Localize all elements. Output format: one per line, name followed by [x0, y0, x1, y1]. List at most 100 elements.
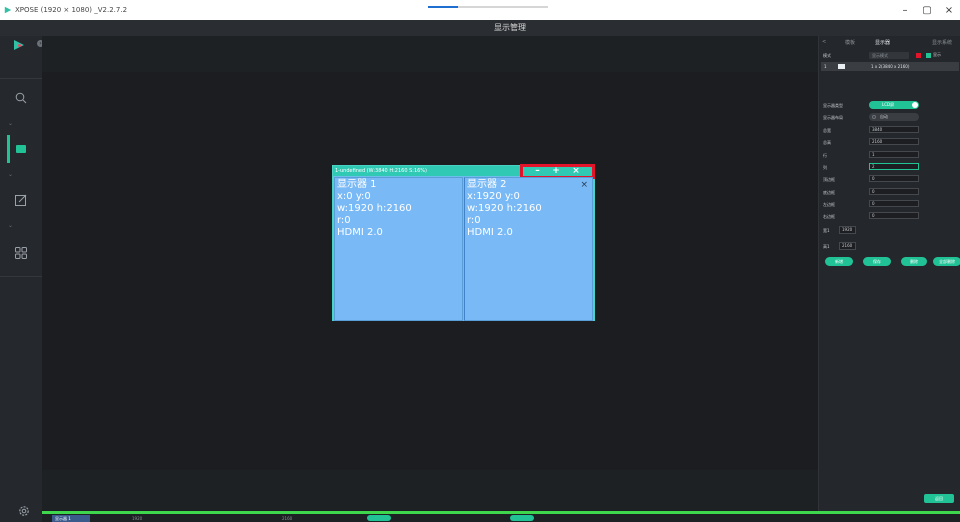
top-border-field[interactable]: 0 [869, 175, 919, 182]
save-button[interactable]: 保存 [863, 257, 891, 266]
screen-rotation: r:0 [337, 215, 351, 226]
field-label: 总宽 [823, 128, 831, 133]
bottom-action-button[interactable] [367, 515, 391, 521]
radio-icon [872, 115, 876, 119]
field-label: 显示器类型 [823, 103, 843, 108]
title-tab-track [458, 6, 548, 8]
canvas-toolbar [42, 36, 818, 72]
field-label: 左边框 [823, 202, 835, 207]
display-window[interactable]: 1-undefined (W:3840 H:2160 S:16%) – + × … [332, 164, 595, 321]
search-icon [15, 92, 27, 104]
screen-port: HDMI 2.0 [467, 227, 513, 238]
panel-back-button[interactable]: < [822, 39, 826, 45]
edit-icon [15, 194, 27, 206]
maximize-button[interactable]: ▢ [916, 5, 938, 16]
tab-display-system[interactable]: 显示系统 [932, 39, 952, 46]
minimize-button[interactable]: – [894, 5, 916, 16]
bottom-width-value: 1920 [132, 516, 143, 521]
screen-rotation: r:0 [467, 215, 481, 226]
delete-all-button[interactable]: 全部删除 [933, 257, 960, 266]
sidebar: › ⌄ ⌄ ⌄ [0, 36, 44, 522]
display-close-button[interactable]: × [572, 167, 580, 176]
total-width-field[interactable]: 3840 [869, 126, 919, 133]
chevron-down-icon: ⌄ [8, 120, 14, 127]
tab-display[interactable]: 显示器 [875, 39, 890, 46]
screen-close-icon[interactable]: × [580, 180, 588, 190]
sidebar-item-display[interactable] [0, 131, 42, 167]
list-item-index: 1 [824, 64, 827, 69]
logo-dot [18, 44, 21, 47]
auto-label: 自动 [880, 114, 888, 119]
bottom-height-value: 2160 [282, 516, 293, 521]
screen-position: x:1920 y:0 [467, 191, 520, 202]
bottom-border-field[interactable]: 0 [869, 188, 919, 195]
close-button[interactable]: × [938, 5, 960, 16]
show-checkbox-label: 显示 [933, 52, 941, 57]
mode-label: 模式 [823, 53, 831, 58]
chevron-down-icon: ⌄ [8, 171, 14, 178]
screen-1-info: 显示器 1 x:0 y:0 w:1920 h:2160 r:0 HDMI 2.0 [337, 179, 412, 239]
left-border-field[interactable]: 0 [869, 200, 919, 207]
window-controls: – ▢ × [894, 0, 960, 20]
list-item-label: 1 x 2(3840 x 2160) [871, 64, 910, 69]
canvas-footer [42, 470, 818, 510]
header-bar: 显示管理 [0, 20, 960, 36]
lcd-toggle[interactable]: LCD屏 [869, 101, 919, 109]
columns-field[interactable]: 2 [869, 163, 919, 170]
display-window-title: 1-undefined (W:3840 H:2160 S:16%) [335, 168, 428, 174]
screen-2[interactable]: 显示器 2 x:1920 y:0 w:1920 h:2160 r:0 HDMI … [464, 177, 593, 321]
width-label: 宽1 [823, 228, 830, 233]
width-field[interactable]: 1920 [839, 226, 856, 234]
display-thumb-icon [838, 64, 845, 69]
layout-auto-option[interactable]: 自动 [869, 113, 919, 121]
return-button[interactable]: 返回 [924, 494, 954, 503]
bottom-confirm-button[interactable] [510, 515, 534, 521]
sidebar-item-layout[interactable] [0, 235, 42, 271]
screen-1[interactable]: 显示器 1 x:0 y:0 w:1920 h:2160 r:0 HDMI 2.0 [334, 177, 463, 321]
toggle-label: LCD屏 [882, 102, 895, 107]
screen-name: 显示器 1 [337, 179, 377, 190]
add-button[interactable]: 新增 [825, 257, 853, 266]
tab-display-1[interactable]: 显示器 1 [52, 515, 90, 522]
display-minimize-button[interactable]: – [535, 167, 540, 176]
screen-port: HDMI 2.0 [337, 227, 383, 238]
sidebar-item-search[interactable] [0, 80, 42, 116]
app-root: XPOSE (1920 × 1080) _V2.2.7.2 – ▢ × 显示管理… [0, 0, 960, 522]
field-label: 总高 [823, 140, 831, 145]
tab-template[interactable]: 模板 [845, 39, 855, 46]
field-label: 右边框 [823, 214, 835, 219]
height-label: 高1 [823, 244, 830, 249]
screen-size: w:1920 h:2160 [467, 203, 542, 214]
sidebar-item-edit[interactable] [0, 182, 42, 218]
title-bar: XPOSE (1920 × 1080) _V2.2.7.2 – ▢ × [0, 0, 960, 20]
toggle-knob [912, 102, 918, 108]
active-indicator [7, 135, 10, 163]
show-checkbox[interactable] [926, 53, 931, 58]
title-tab-indicator [428, 6, 458, 8]
mode-select[interactable]: 显示模式 [869, 52, 909, 59]
page-title: 显示管理 [494, 23, 526, 32]
screen-position: x:0 y:0 [337, 191, 371, 202]
app-logo-icon [4, 6, 12, 14]
screen-2-info: 显示器 2 x:1920 y:0 w:1920 h:2160 r:0 HDMI … [467, 179, 542, 239]
field-label: 显示器布局 [823, 115, 843, 120]
list-item[interactable]: 1 1 x 2(3840 x 2160) [821, 62, 959, 71]
field-label: 底边框 [823, 190, 835, 195]
screen-size: w:1920 h:2160 [337, 203, 412, 214]
color-indicator [916, 53, 921, 58]
window-title: XPOSE (1920 × 1080) _V2.2.7.2 [15, 6, 128, 14]
screen-name: 显示器 2 [467, 179, 507, 190]
sidebar-divider [0, 276, 42, 277]
sidebar-divider [0, 78, 42, 79]
height-field[interactable]: 2160 [839, 242, 856, 250]
rows-field[interactable]: 1 [869, 151, 919, 158]
grid-icon [15, 247, 27, 259]
delete-button[interactable]: 删除 [901, 257, 927, 266]
display-maximize-button[interactable]: + [552, 167, 560, 176]
total-height-field[interactable]: 2160 [869, 138, 919, 145]
display-icon [16, 145, 26, 153]
field-label: 列 [823, 165, 827, 170]
right-border-field[interactable]: 0 [869, 212, 919, 219]
gear-icon[interactable] [18, 505, 30, 517]
field-label: 顶边框 [823, 177, 835, 182]
